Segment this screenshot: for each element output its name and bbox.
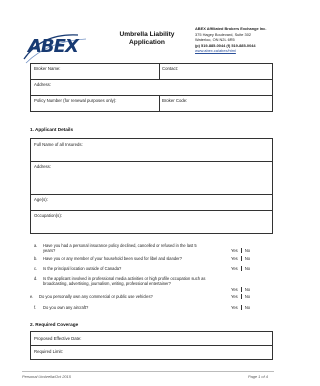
full-name-field[interactable]: Full Name of all Insureds: — [34, 142, 83, 147]
footer-rule — [22, 371, 274, 372]
question-text: Have you or any member of your household… — [43, 256, 183, 261]
no-checkbox[interactable]: No — [240, 287, 251, 292]
no-checkbox[interactable]: No — [240, 248, 251, 253]
coverage-box: Proposed Effective Date: Required Limit: — [30, 331, 273, 360]
section-2-heading: 2. Required Coverage — [30, 322, 79, 327]
yes-checkbox[interactable]: Yes No — [231, 294, 251, 299]
company-website-link[interactable]: www.abex.ca/abex/html — [195, 48, 266, 54]
no-checkbox[interactable]: No — [240, 294, 251, 299]
applicant-address-field[interactable]: Address: — [34, 164, 51, 169]
footer-right: Page 1 of 4 — [248, 374, 268, 379]
section-1-heading: 1. Applicant Details — [30, 127, 74, 132]
question-letter: b. — [34, 256, 38, 261]
broker-info-box: Broker Name: Contact: Address: Policy Nu… — [30, 63, 273, 112]
footer-left: Personal Umbrella/Oct 2015 — [22, 374, 71, 379]
broker-col-divider-1 — [159, 64, 160, 79]
question-letter: f. — [34, 305, 37, 310]
question-text: Is the principal location outside of Can… — [43, 266, 122, 271]
yes-checkbox[interactable]: Yes No — [231, 305, 251, 310]
no-checkbox[interactable]: No — [240, 305, 251, 310]
applicant-details-box: Full Name of all Insureds: Address: Age(… — [30, 138, 273, 234]
contact-field[interactable]: Contact: — [162, 66, 178, 71]
broker-col-divider-2 — [159, 95, 160, 111]
applicant-row-divider-3 — [31, 210, 272, 211]
yes-checkbox[interactable]: Yes No — [231, 287, 251, 292]
applicant-row-divider-1 — [31, 161, 272, 162]
policy-number-field[interactable]: Policy Number (for renewal purposes only… — [34, 98, 116, 103]
effective-date-field[interactable]: Proposed Effective Date: — [34, 336, 81, 341]
broker-row-divider-2 — [31, 95, 272, 96]
question-letter: a. — [34, 243, 38, 248]
question-text: Do you own any aircraft? — [43, 305, 89, 310]
company-info: ABEX Affiliated Brokers Exchange Inc. 37… — [195, 26, 266, 54]
broker-name-field[interactable]: Broker Name: — [34, 66, 61, 71]
question-text: Do you personally own any commercial or … — [39, 294, 153, 299]
no-checkbox[interactable]: No — [240, 266, 251, 271]
logo-text: ABEX — [28, 36, 79, 57]
applicant-row-divider-2 — [31, 194, 272, 195]
question-letter: e. — [30, 294, 34, 299]
question-text: Have you had a personal insurance policy… — [43, 243, 197, 254]
form-title: Umbrella Liability Application — [108, 31, 186, 47]
required-limit-field[interactable]: Required Limit: — [34, 349, 63, 354]
question-letter: d. — [34, 276, 38, 281]
broker-row-divider-1 — [31, 79, 272, 80]
company-name: ABEX Affiliated Brokers Exchange Inc. — [195, 26, 267, 31]
question-letter: c. — [34, 266, 38, 271]
question-text: Is the applicant involved in professiona… — [43, 276, 206, 287]
broker-address-field[interactable]: Address: — [34, 82, 51, 87]
coverage-row-divider — [31, 345, 272, 346]
no-checkbox[interactable]: No — [240, 256, 251, 261]
yes-checkbox[interactable]: Yes No — [231, 256, 251, 261]
ages-field[interactable]: Age(s): — [34, 197, 48, 202]
title-line-2: Application — [129, 39, 165, 46]
occupations-field[interactable]: Occupation(s): — [34, 213, 62, 218]
yes-checkbox[interactable]: Yes No — [231, 248, 251, 253]
yes-checkbox[interactable]: Yes No — [231, 266, 251, 271]
broker-code-field[interactable]: Broker Code: — [162, 98, 187, 103]
title-line-1: Umbrella Liability — [119, 31, 175, 38]
